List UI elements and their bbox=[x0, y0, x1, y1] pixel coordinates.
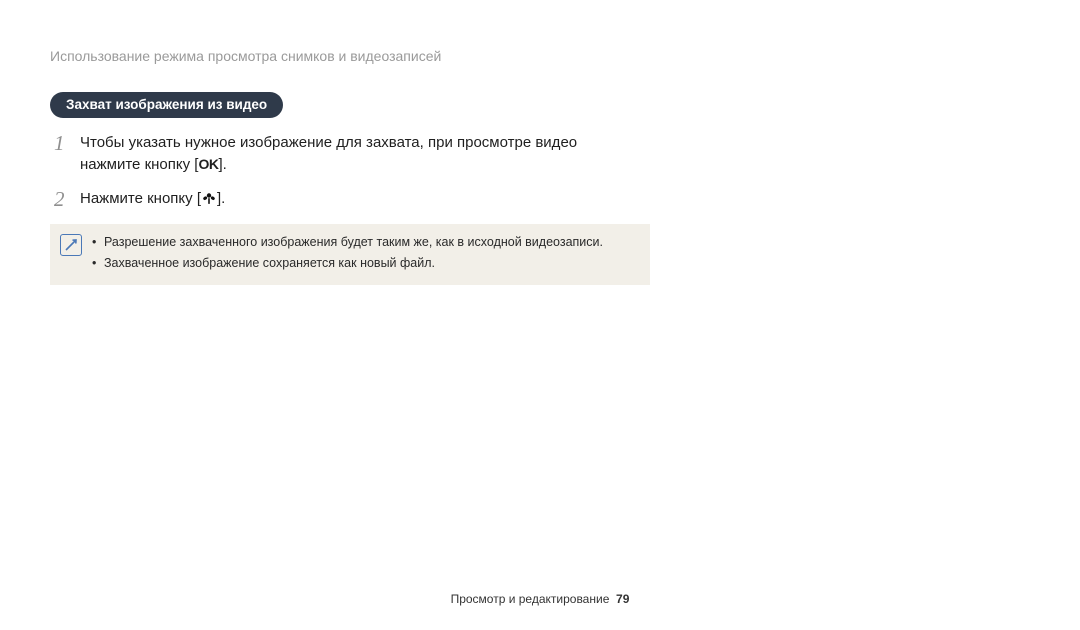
note-item: Захваченное изображение сохраняется как … bbox=[92, 254, 603, 273]
breadcrumb: Использование режима просмотра снимков и… bbox=[50, 48, 630, 64]
note-item: Разрешение захваченного изображения буде… bbox=[92, 233, 603, 252]
step-item: 1 Чтобы указать нужное изображение для з… bbox=[54, 132, 630, 176]
note-list: Разрешение захваченного изображения буде… bbox=[92, 233, 603, 275]
note-box: Разрешение захваченного изображения буде… bbox=[50, 224, 650, 285]
step-number: 2 bbox=[54, 188, 80, 211]
macro-icon bbox=[201, 190, 217, 213]
step-list: 1 Чтобы указать нужное изображение для з… bbox=[50, 132, 630, 212]
page-number: 79 bbox=[616, 592, 629, 606]
step-text: Нажмите кнопку []. bbox=[80, 188, 225, 213]
footer-section-label: Просмотр и редактирование bbox=[451, 592, 610, 606]
step-number: 1 bbox=[54, 132, 80, 155]
step-item: 2 Нажмите кнопку []. bbox=[54, 188, 630, 213]
section-heading-pill: Захват изображения из видео bbox=[50, 92, 283, 118]
ok-key-icon: OK bbox=[198, 156, 218, 172]
page-footer: Просмотр и редактирование 79 bbox=[0, 592, 1080, 606]
note-info-icon bbox=[60, 234, 82, 256]
step-text: Чтобы указать нужное изображение для зах… bbox=[80, 132, 630, 176]
